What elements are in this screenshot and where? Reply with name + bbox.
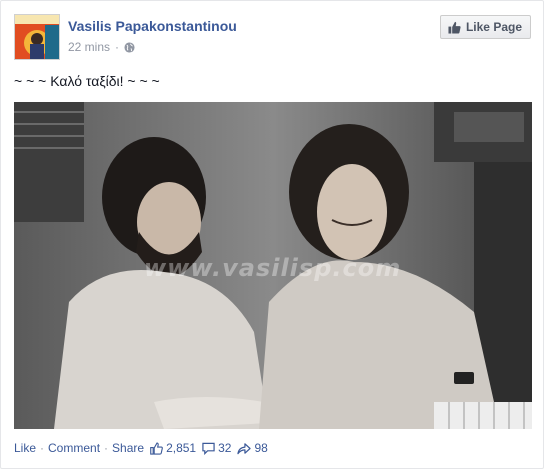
- facebook-post-card: Vasilis Papakonstantinou 22 mins · Like …: [0, 0, 544, 469]
- post-meta: 22 mins ·: [68, 40, 135, 54]
- action-separator: ·: [104, 441, 109, 455]
- comment-link[interactable]: Comment: [48, 441, 100, 455]
- share-link[interactable]: Share: [112, 441, 144, 455]
- speech-bubble-icon: [202, 442, 215, 455]
- like-page-button[interactable]: Like Page: [439, 15, 531, 39]
- meta-separator: ·: [115, 40, 120, 54]
- post-photo[interactable]: www.vasilisp.com: [14, 102, 532, 429]
- post-timestamp[interactable]: 22 mins: [68, 40, 110, 54]
- likes-count-value: 2,851: [166, 441, 197, 455]
- comments-count[interactable]: 32: [202, 441, 231, 455]
- thumbs-up-icon: [448, 21, 461, 34]
- likes-count[interactable]: 2,851: [150, 441, 196, 455]
- like-link[interactable]: Like: [14, 441, 36, 455]
- album-cover-image: [15, 15, 59, 59]
- page-avatar[interactable]: [14, 14, 60, 60]
- globe-icon[interactable]: [124, 41, 135, 53]
- post-actions-bar: Like · Comment · Share 2,851 32 98: [14, 441, 268, 455]
- share-arrow-icon: [237, 442, 252, 455]
- like-page-label: Like Page: [465, 20, 522, 34]
- thumbs-up-icon: [150, 442, 163, 455]
- post-author-name[interactable]: Vasilis Papakonstantinou: [68, 18, 237, 34]
- shares-count-value: 98: [254, 441, 268, 455]
- action-separator: ·: [40, 441, 45, 455]
- post-text: ~ ~ ~ Καλό ταξίδι! ~ ~ ~: [14, 73, 160, 89]
- shares-count[interactable]: 98: [237, 441, 268, 455]
- photo-watermark: www.vasilisp.com: [144, 254, 402, 282]
- comments-count-value: 32: [218, 441, 232, 455]
